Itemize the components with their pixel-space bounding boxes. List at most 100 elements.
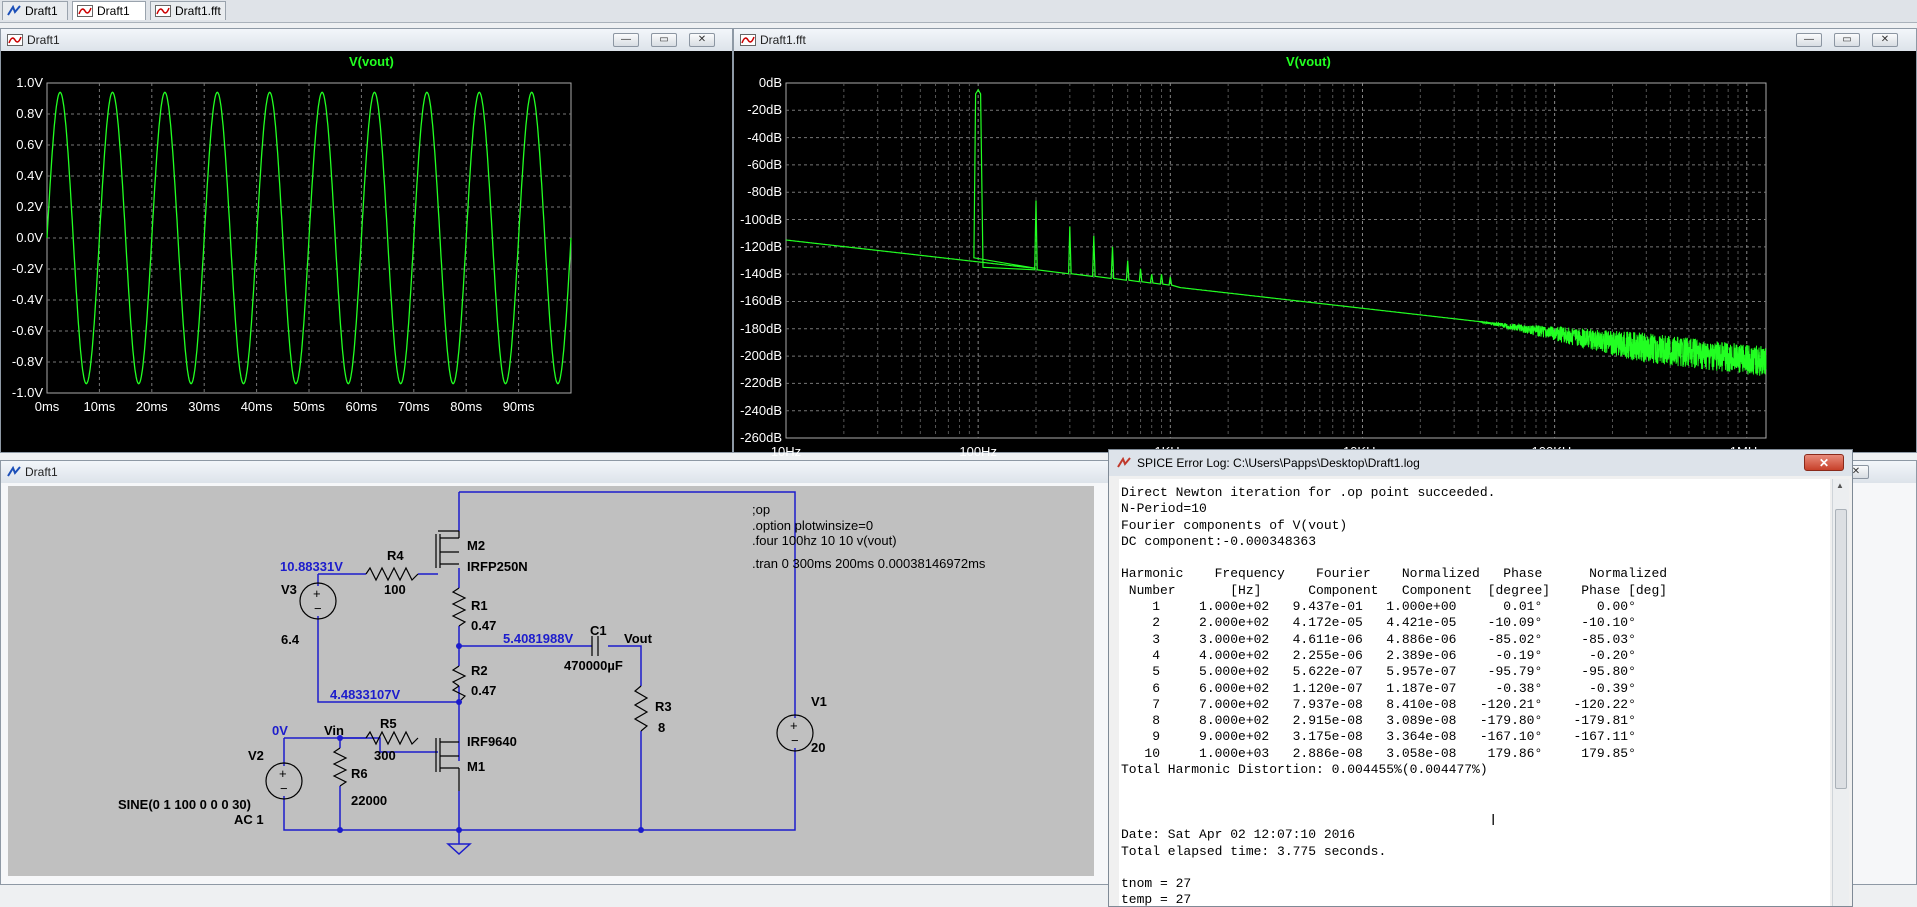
- component-label-m2[interactable]: M2: [467, 538, 485, 553]
- component-value-m2[interactable]: IRFP250N: [467, 559, 528, 574]
- log-line: Direct Newton iteration for .op point su…: [1121, 485, 1496, 500]
- y-tick-label: -160dB: [740, 293, 782, 309]
- spice-directive-four[interactable]: .four 100hz 10 10 v(vout): [752, 533, 897, 548]
- vertical-scrollbar[interactable]: ▲: [1832, 479, 1849, 906]
- log-line: 2 2.000e+02 4.172e-05 4.421e-05 -10.09° …: [1121, 615, 1636, 631]
- component-label-r2[interactable]: R2: [471, 663, 488, 678]
- component-value-c1[interactable]: 470000µF: [564, 658, 623, 673]
- maximize-button[interactable]: ▭: [1834, 33, 1860, 47]
- log-text[interactable]: Direct Newton iteration for .op point su…: [1119, 479, 1830, 906]
- spice-directive-tran[interactable]: .tran 0 300ms 200ms 0.00038146972ms: [752, 556, 985, 571]
- log-line: 5 5.000e+02 5.622e-07 5.957e-07 -95.79° …: [1121, 664, 1636, 680]
- component-value-r2[interactable]: 0.47: [471, 683, 496, 698]
- log-line: N-Period=10: [1121, 501, 1207, 517]
- y-tick-label: -0.4V: [11, 292, 43, 307]
- y-tick-label: -0.2V: [11, 261, 43, 276]
- y-tick-label: -220dB: [740, 375, 782, 391]
- waveform-plot[interactable]: [1, 51, 732, 452]
- component-label-r6[interactable]: R6: [351, 766, 368, 781]
- component-label-m1[interactable]: M1: [467, 759, 485, 774]
- window-title: Draft1: [27, 33, 60, 47]
- net-label-vin[interactable]: Vin: [324, 723, 344, 738]
- plot-area[interactable]: V(vout) 1.0V 0.8V 0.6V 0.4V 0.2V 0.0V -0.2V -0.…: [1, 51, 732, 452]
- svg-text:−: −: [791, 733, 799, 748]
- log-line: temp = 27: [1121, 892, 1192, 906]
- minimize-button[interactable]: —: [1796, 33, 1822, 47]
- scrollbar-thumb[interactable]: [1835, 509, 1847, 789]
- log-titlebar: SPICE Error Log: C:\Users\Papps\Desktop\…: [1109, 450, 1852, 476]
- scroll-up-icon[interactable]: ▲: [1836, 481, 1844, 490]
- y-tick-label: 0.0V: [16, 230, 43, 245]
- tab-draft1-fft[interactable]: Draft1.fft: [150, 1, 226, 20]
- component-value-v1[interactable]: 20: [811, 740, 825, 755]
- y-tick-label: 0.2V: [16, 199, 43, 214]
- fft-window: Draft1.fft — ▭ ✕ V(vout) 0dB -20dB -40dB -6…: [733, 28, 1917, 459]
- component-label-r5[interactable]: R5: [380, 716, 397, 731]
- component-value-r6[interactable]: 22000: [351, 793, 387, 808]
- fft-trace[interactable]: [785, 88, 1498, 325]
- waveform-icon: [77, 5, 93, 17]
- component-value-v2[interactable]: SINE(0 1 100 0 0 0 30): [118, 797, 251, 812]
- x-tick-label: 90ms: [502, 399, 535, 414]
- component-value-r5[interactable]: 300: [374, 748, 396, 763]
- fft-plot[interactable]: [734, 51, 1916, 452]
- close-button[interactable]: ✕: [689, 33, 715, 47]
- x-tick-label: 100Hz: [959, 444, 997, 459]
- plot-area[interactable]: V(vout) 0dB -20dB -40dB -60dB -80dB -100dB -12…: [734, 51, 1916, 459]
- log-line: 4 4.000e+02 2.255e-06 2.389e-06 -0.19° -…: [1121, 647, 1636, 663]
- component-label-r1[interactable]: R1: [471, 598, 488, 613]
- tab-draft1-waveform[interactable]: Draft1: [72, 1, 146, 20]
- y-tick-label: 0.6V: [16, 137, 43, 152]
- component-label-v1[interactable]: V1: [811, 694, 827, 709]
- svg-text:+: +: [790, 718, 798, 733]
- y-tick-label: -140dB: [740, 266, 782, 282]
- y-tick-label: -0.8V: [11, 354, 43, 369]
- component-label-v2[interactable]: V2: [248, 748, 264, 763]
- component-label-c1[interactable]: C1: [590, 623, 607, 638]
- log-title: SPICE Error Log: C:\Users\Papps\Desktop\…: [1137, 456, 1420, 470]
- spice-directive-op[interactable]: ;op: [752, 502, 770, 517]
- tab-draft1-schematic[interactable]: Draft1: [2, 1, 68, 20]
- svg-text:+: +: [279, 766, 287, 781]
- close-icon: ✕: [1818, 455, 1830, 470]
- log-line: 1 1.000e+02 9.437e-01 1.000e+00 0.01° 0.…: [1121, 599, 1636, 615]
- y-tick-label: -200dB: [740, 348, 782, 364]
- vout-trace[interactable]: [46, 91, 572, 385]
- component-value-m1[interactable]: IRF9640: [467, 734, 517, 749]
- y-tick-label: -120dB: [740, 238, 782, 254]
- component-label-v3[interactable]: V3: [281, 582, 297, 597]
- log-line: Date: Sat Apr 02 12:07:10 2016: [1121, 827, 1356, 843]
- window-title: Draft1: [25, 465, 58, 479]
- close-button[interactable]: ✕: [1872, 33, 1898, 47]
- svg-text:+: +: [313, 586, 321, 601]
- y-tick-label: 0.4V: [16, 168, 43, 183]
- fft-noise-band: [1477, 320, 1767, 376]
- schematic-icon: [7, 5, 21, 16]
- log-line: Harmonic Frequency Fourier Normalized Ph…: [1121, 566, 1668, 582]
- spice-directive-option[interactable]: .option plotwinsize=0: [752, 518, 873, 533]
- net-label-vout[interactable]: Vout: [624, 631, 652, 646]
- minimize-button[interactable]: —: [613, 33, 639, 47]
- log-line: DC component:-0.000348363: [1121, 533, 1317, 549]
- component-value-v2-ac[interactable]: AC 1: [234, 812, 264, 827]
- node-voltage-mid: 4.4833107V: [330, 687, 401, 702]
- log-line: 7 7.000e+02 7.937e-08 8.410e-08 -120.21°…: [1121, 696, 1636, 712]
- component-value-v3[interactable]: 6.4: [281, 632, 299, 647]
- component-label-r3[interactable]: R3: [655, 699, 672, 714]
- schematic-canvas[interactable]: + − + − + − ;op .option plotwinsize=0 .four…: [8, 486, 1094, 876]
- y-tick-label: -80dB: [747, 184, 782, 200]
- maximize-button[interactable]: ▭: [651, 33, 677, 47]
- component-value-r1[interactable]: 0.47: [471, 618, 496, 633]
- y-tick-label: -100dB: [740, 211, 782, 227]
- y-tick-label: -60dB: [747, 156, 782, 172]
- waveform-window: Draft1 — ▭ ✕ V(vout) 1.0V 0.8V 0.6V 0.4V 0.2…: [0, 28, 733, 453]
- component-value-r4[interactable]: 100: [384, 582, 406, 597]
- close-button[interactable]: ✕: [1804, 454, 1844, 471]
- component-label-r4[interactable]: R4: [387, 548, 404, 563]
- window-titlebar: Draft1.fft: [734, 29, 1916, 51]
- y-tick-label: -180dB: [740, 320, 782, 336]
- component-value-r3[interactable]: 8: [658, 720, 665, 735]
